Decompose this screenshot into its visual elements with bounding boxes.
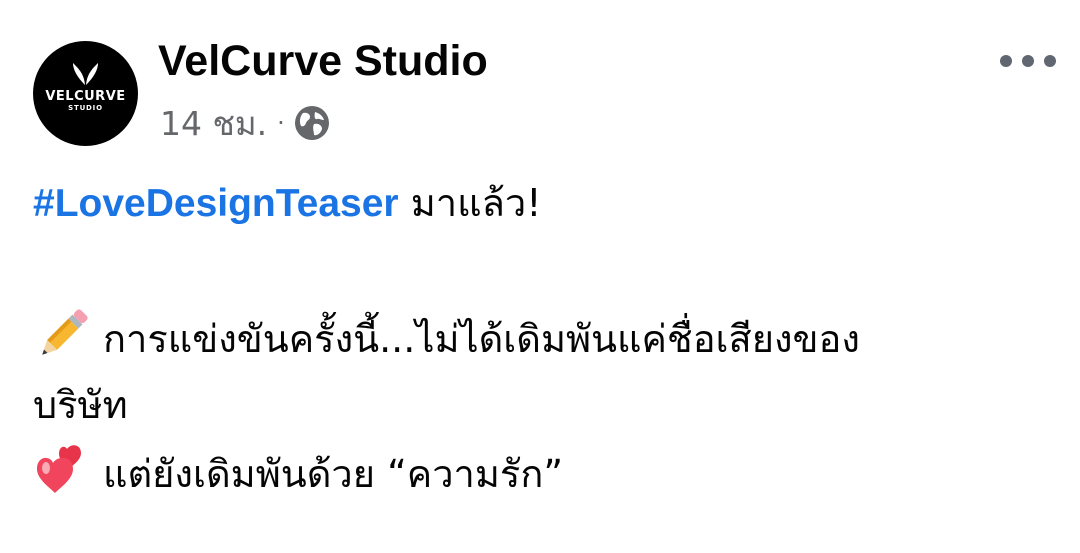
- post-meta: 14 ชม. ·: [160, 100, 331, 146]
- more-dot-icon: [1000, 55, 1012, 67]
- meta-separator: ·: [277, 109, 285, 137]
- more-dot-icon: [1022, 55, 1034, 67]
- post-text-line-1: #LoveDesignTeaser มาแล้ว!: [33, 175, 541, 232]
- post-body-text: แต่ยังเดิมพันด้วย “ความรัก”: [103, 452, 564, 496]
- post-text-line-3: บริษัท: [33, 377, 128, 433]
- page-name-link[interactable]: VelCurve Studio: [158, 36, 488, 86]
- post-text-line-4: แต่ยังเดิมพันด้วย “ความรัก”: [33, 441, 563, 502]
- headline-text: มาแล้ว!: [398, 181, 542, 225]
- page-avatar[interactable]: VELCURVE STUDIO: [33, 41, 138, 146]
- two-hearts-emoji-icon: [37, 445, 81, 493]
- logo-subtitle: STUDIO: [68, 104, 103, 112]
- post-body-text: การแข่งขันครั้งนี้...ไม่ได้เดิมพันแค่ชื่…: [103, 317, 860, 361]
- more-options-button[interactable]: [1000, 48, 1056, 74]
- post-text-line-2: การแข่งขันครั้งนี้...ไม่ได้เดิมพันแค่ชื่…: [33, 306, 860, 367]
- more-dot-icon: [1044, 55, 1056, 67]
- post-timestamp[interactable]: 14 ชม.: [160, 97, 267, 150]
- post-body-text: บริษัท: [33, 383, 128, 427]
- globe-icon[interactable]: [293, 104, 331, 142]
- facebook-post: VELCURVE STUDIO VelCurve Studio 14 ชม. ·…: [0, 0, 1080, 553]
- pencil-emoji-icon: [42, 309, 88, 355]
- logo-wordmark: VELCURVE: [45, 89, 126, 104]
- hashtag-link[interactable]: #LoveDesignTeaser: [33, 182, 399, 225]
